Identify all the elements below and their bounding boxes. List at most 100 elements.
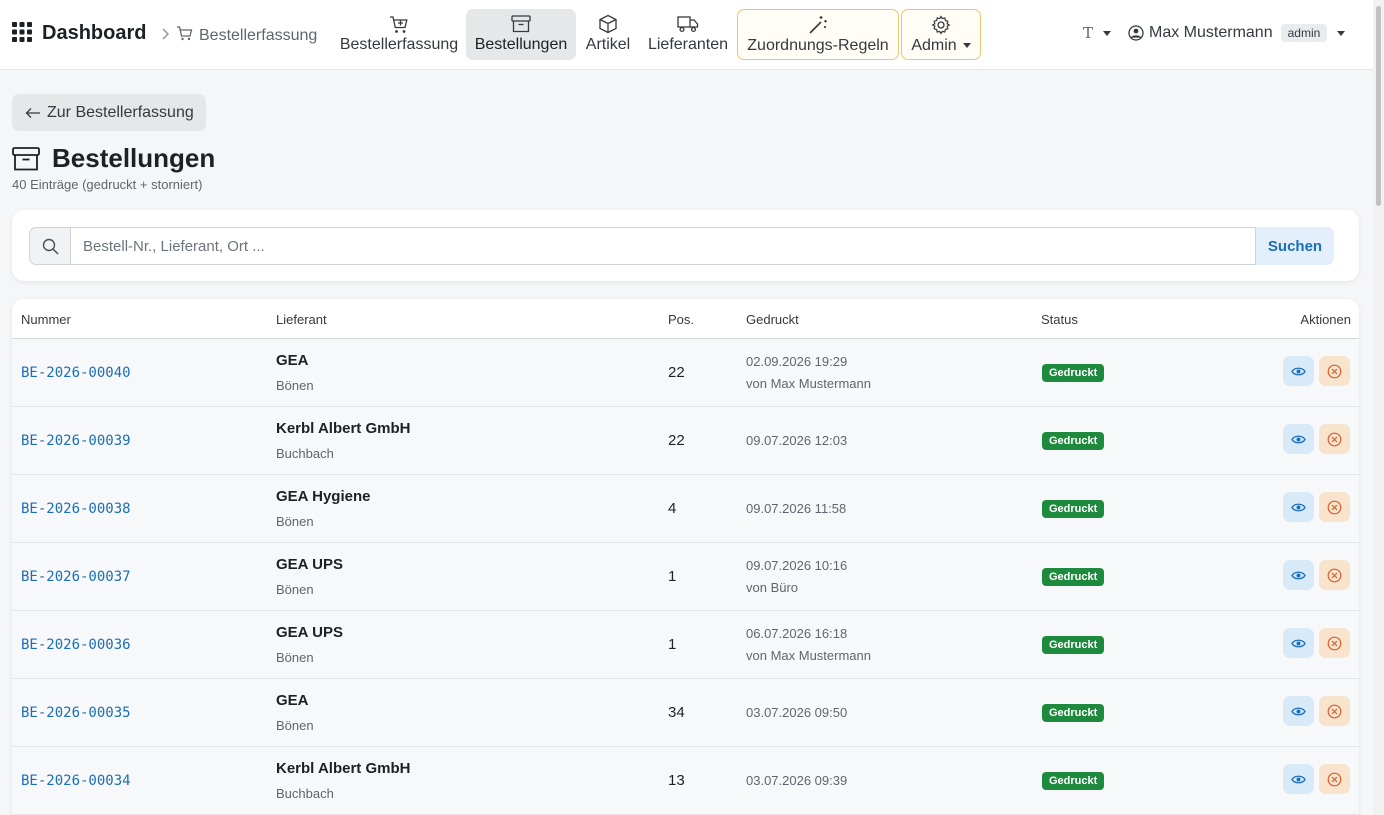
status-badge: Gedruckt (1042, 364, 1105, 382)
order-number-link[interactable]: BE-2026-00037 (21, 569, 131, 585)
nav-label: Bestellerfassung (339, 36, 459, 53)
table-row: BE-2026-00037 GEA UPS Bönen 1 09.07.2026 10:… (12, 543, 1359, 611)
user-name: Max Mustermann (1149, 24, 1273, 41)
header-pos: Pos. (668, 312, 695, 327)
supplier-name: GEA UPS (276, 624, 343, 641)
brand[interactable]: Dashboard (12, 22, 146, 45)
view-button[interactable] (1283, 696, 1314, 726)
order-number-link[interactable]: BE-2026-00035 (21, 705, 131, 721)
cancel-order-button[interactable] (1319, 356, 1350, 386)
status-badge: Gedruckt (1042, 636, 1105, 654)
table-row: BE-2026-00038 GEA Hygiene Bönen 4 09.07.2026… (12, 475, 1359, 543)
nav-label: Bestellungen (474, 36, 568, 53)
user-menu[interactable]: Max Mustermann admin (1128, 24, 1346, 42)
supplier-city: Bönen (276, 718, 314, 733)
order-number-link[interactable]: BE-2026-00036 (21, 637, 131, 653)
nav-bestellerfassung[interactable]: Bestellerfassung (334, 9, 464, 60)
archive-icon (511, 14, 531, 34)
cart-plus-icon (389, 14, 409, 34)
x-circle-icon (1327, 636, 1342, 651)
eye-icon (1291, 366, 1306, 377)
cancel-order-button[interactable] (1319, 492, 1350, 522)
supplier-city: Bönen (276, 582, 314, 597)
search-group: Suchen (29, 227, 1334, 265)
printed-date: 02.09.2026 19:29 (746, 354, 848, 369)
printed-date: 09.07.2026 10:16 (746, 558, 848, 573)
table-row: BE-2026-00035 GEA Bönen 34 03.07.2026 09:50 G… (12, 679, 1359, 747)
header-lieferant: Lieferant (276, 312, 327, 327)
nav-label: Zuordnungs-Regeln (747, 37, 889, 54)
printed-date: 09.07.2026 11:58 (746, 501, 847, 516)
cancel-order-button[interactable] (1319, 560, 1350, 590)
order-number-link[interactable]: BE-2026-00039 (21, 433, 131, 449)
chevron-right-icon (160, 27, 170, 45)
nav-label: Lieferanten (647, 36, 729, 53)
cart-icon (176, 25, 193, 46)
position-count: 22 (668, 432, 685, 449)
table-row: BE-2026-00040 GEA Bönen 22 02.09.2026 19:29 v… (12, 339, 1359, 407)
view-button[interactable] (1283, 560, 1314, 590)
caret-down-icon (962, 43, 971, 49)
supplier-name: GEA Hygiene (276, 488, 371, 505)
nav-zuordnungs-regeln[interactable]: Zuordnungs-Regeln (737, 9, 899, 60)
back-button[interactable]: Zur Bestellerfassung (12, 94, 206, 131)
order-number-link[interactable]: BE-2026-00040 (21, 365, 131, 381)
box-icon (598, 14, 618, 34)
search-button[interactable]: Suchen (1256, 227, 1334, 265)
theme-toggle[interactable]: T (1083, 24, 1112, 42)
supplier-city: Bönen (276, 514, 314, 529)
search-input[interactable] (70, 227, 1256, 265)
supplier-name: GEA (276, 692, 309, 709)
nav-artikel[interactable]: Artikel (580, 9, 636, 60)
view-button[interactable] (1283, 764, 1314, 794)
cancel-order-button[interactable] (1319, 696, 1350, 726)
caret-down-icon (1337, 30, 1346, 36)
view-button[interactable] (1283, 356, 1314, 386)
cancel-order-button[interactable] (1319, 764, 1350, 794)
breadcrumb[interactable]: Bestellerfassung (160, 25, 317, 46)
table-row: BE-2026-00036 GEA UPS Bönen 1 06.07.2026 16:… (12, 611, 1359, 679)
user-circle-icon (1128, 25, 1144, 41)
vertical-scrollbar[interactable] (1373, 0, 1384, 815)
grid-icon (12, 22, 32, 45)
nav-bestellungen[interactable]: Bestellungen (466, 9, 576, 60)
view-button[interactable] (1283, 424, 1314, 454)
brand-title: Dashboard (42, 22, 147, 44)
truck-icon (677, 14, 699, 34)
header-aktionen: Aktionen (1300, 312, 1351, 327)
gear-icon (931, 15, 951, 35)
orders-table: Nummer Lieferant Pos. Gedruckt Status Ak… (12, 299, 1359, 815)
back-button-label: Zur Bestellerfassung (47, 103, 194, 121)
nav-admin-dropdown[interactable]: Admin (901, 9, 981, 60)
eye-icon (1291, 638, 1306, 649)
supplier-city: Bönen (276, 378, 314, 393)
status-badge: Gedruckt (1042, 772, 1105, 790)
order-number-link[interactable]: BE-2026-00034 (21, 773, 131, 789)
view-button[interactable] (1283, 628, 1314, 658)
page-heading: Bestellungen (12, 143, 215, 174)
position-count: 1 (668, 568, 677, 585)
view-button[interactable] (1283, 492, 1314, 522)
nav-label: Admin (911, 37, 957, 54)
status-badge: Gedruckt (1042, 500, 1105, 518)
cancel-order-button[interactable] (1319, 424, 1350, 454)
supplier-city: Buchbach (276, 786, 334, 801)
page-subtitle: 40 Einträge (gedruckt + storniert) (12, 177, 203, 192)
theme-label: T (1083, 24, 1094, 42)
scrollbar-thumb[interactable] (1376, 6, 1381, 206)
printed-by: von Büro (746, 580, 799, 595)
caret-down-icon (1103, 30, 1112, 36)
nav-lieferanten[interactable]: Lieferanten (642, 9, 734, 60)
x-circle-icon (1327, 568, 1342, 583)
position-count: 13 (668, 772, 685, 789)
position-count: 1 (668, 636, 677, 653)
order-number-link[interactable]: BE-2026-00038 (21, 501, 131, 517)
supplier-name: GEA UPS (276, 556, 343, 573)
status-badge: Gedruckt (1042, 432, 1105, 450)
eye-icon (1291, 774, 1306, 785)
supplier-name: Kerbl Albert GmbH (276, 420, 411, 437)
header-gedruckt: Gedruckt (746, 312, 799, 327)
cancel-order-button[interactable] (1319, 628, 1350, 658)
status-badge: Gedruckt (1042, 568, 1105, 586)
search-icon (29, 227, 70, 265)
